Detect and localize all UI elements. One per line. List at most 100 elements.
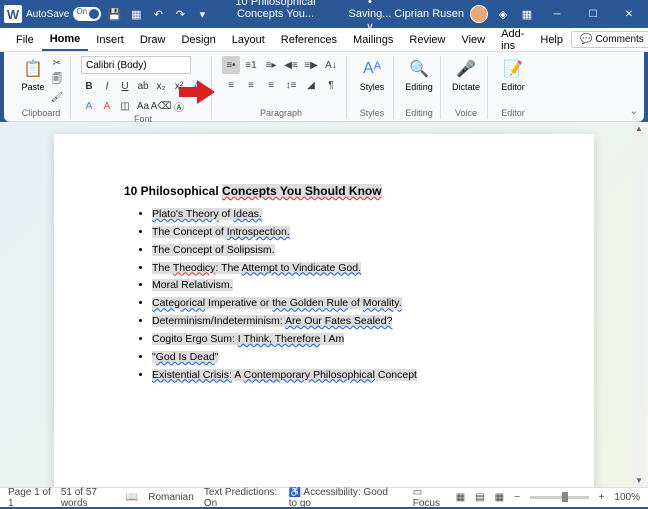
multilevel-button[interactable]: ≡▸: [262, 56, 280, 74]
group-clipboard: 📋 Paste ✂ 🗐 🖌 Clipboard: [12, 56, 71, 119]
dictate-button[interactable]: 🎤Dictate: [451, 56, 481, 92]
group-styles: AᴬStyles Styles: [351, 56, 394, 119]
list-item[interactable]: The Concept of Introspection.: [152, 224, 524, 242]
diamond-icon[interactable]: ◈: [494, 5, 512, 23]
paste-button[interactable]: 📋 Paste: [18, 56, 48, 92]
group-label: Voice: [455, 108, 477, 119]
search-icon: 🔍: [408, 58, 430, 80]
tab-file[interactable]: File: [8, 30, 42, 50]
list-item[interactable]: "God Is Dead": [152, 349, 524, 367]
editing-button[interactable]: 🔍Editing: [404, 56, 434, 92]
list-item[interactable]: Plato's Theory of Ideas.: [152, 206, 524, 224]
sort-button[interactable]: A↓: [322, 56, 340, 74]
cut-icon[interactable]: ✂: [50, 56, 64, 70]
qat-dropdown-icon[interactable]: ▾: [193, 5, 211, 23]
comments-button[interactable]: 💬Comments: [571, 31, 648, 48]
list-item[interactable]: Existential Crisis: A Contemporary Philo…: [152, 367, 524, 385]
scroll-up-icon[interactable]: ▲: [635, 124, 643, 133]
highlight-button[interactable]: A: [81, 98, 97, 114]
qat-button[interactable]: ▦: [127, 5, 145, 23]
styles-icon: Aᴬ: [361, 58, 383, 80]
increase-indent-button[interactable]: ≡▶: [302, 56, 320, 74]
zoom-level[interactable]: 100%: [614, 492, 640, 503]
zoom-in-button[interactable]: +: [599, 492, 605, 503]
focus-mode-button[interactable]: ▭ Focus: [413, 487, 446, 509]
group-label: Editing: [405, 108, 433, 119]
tab-home[interactable]: Home: [42, 29, 89, 51]
tab-addins[interactable]: Add-ins: [493, 24, 532, 56]
word-count[interactable]: 51 of 57 words: [61, 487, 116, 509]
list-item[interactable]: Cogito Ergo Sum: I Think, Therefore I Am: [152, 331, 524, 349]
title-bar: W AutoSave On 💾 ▦ ↶ ↷ ▾ 10 Philosophical…: [0, 0, 648, 28]
editor-button[interactable]: 📝Editor: [498, 56, 528, 92]
line-spacing-button[interactable]: ↕≡: [282, 76, 300, 94]
user-name[interactable]: Ciprian Rusen: [394, 8, 464, 20]
subscript-button[interactable]: x₂: [153, 78, 169, 94]
tab-review[interactable]: Review: [401, 30, 453, 50]
scroll-down-icon[interactable]: ▼: [635, 476, 643, 485]
view-web-icon[interactable]: ▦: [495, 492, 504, 503]
show-marks-button[interactable]: ¶: [322, 76, 340, 94]
redo-icon[interactable]: ↷: [171, 5, 189, 23]
paste-icon: 📋: [22, 58, 44, 80]
document-page[interactable]: 10 Philosophical Concepts You Should Kno…: [54, 134, 594, 487]
decrease-indent-button[interactable]: ◀≡: [282, 56, 300, 74]
zoom-slider[interactable]: [530, 496, 589, 499]
spell-check-icon[interactable]: 📖: [126, 492, 138, 503]
minimize-button[interactable]: ─: [542, 2, 572, 26]
tab-draw[interactable]: Draw: [132, 30, 174, 50]
save-icon[interactable]: 💾: [105, 5, 123, 23]
list-item[interactable]: Moral Relativism.: [152, 277, 524, 295]
text-predictions-status[interactable]: Text Predictions: On: [204, 487, 279, 509]
bold-button[interactable]: B: [81, 78, 97, 94]
autosave-toggle[interactable]: AutoSave On: [26, 7, 101, 21]
list-item[interactable]: The Theodicy: The Attempt to Vindicate G…: [152, 260, 524, 278]
tab-help[interactable]: Help: [532, 30, 571, 50]
view-print-icon[interactable]: ▤: [475, 492, 484, 503]
format-painter-icon[interactable]: 🖌: [50, 90, 64, 104]
bullets-button[interactable]: ≡•: [222, 56, 240, 74]
close-button[interactable]: ✕: [614, 2, 644, 26]
strike-button[interactable]: ab: [135, 78, 151, 94]
user-avatar[interactable]: [470, 5, 488, 23]
group-editor: 📝Editor Editor: [492, 56, 534, 119]
zoom-out-button[interactable]: −: [514, 492, 520, 503]
editor-icon: 📝: [502, 58, 524, 80]
shading-button[interactable]: ◢: [302, 76, 320, 94]
case-button[interactable]: Aa: [135, 98, 151, 114]
list-item[interactable]: Categorical Imperative or the Golden Rul…: [152, 295, 524, 313]
vertical-scrollbar[interactable]: ▲ ▼: [632, 122, 646, 487]
char-border-button[interactable]: ◫: [117, 98, 133, 114]
word-app-icon: W: [4, 5, 22, 23]
ribbon-collapse-icon[interactable]: ⌄: [630, 106, 638, 117]
numbering-button[interactable]: ≡1: [242, 56, 260, 74]
align-center-button[interactable]: ≡: [242, 76, 260, 94]
mic-icon: 🎤: [455, 58, 477, 80]
tab-mailings[interactable]: Mailings: [345, 30, 401, 50]
view-read-icon[interactable]: ▦: [456, 492, 465, 503]
language-status[interactable]: Romanian: [148, 492, 194, 503]
maximize-button[interactable]: ☐: [578, 2, 608, 26]
align-left-button[interactable]: ≡: [222, 76, 240, 94]
ribbon-options-icon[interactable]: ▦: [518, 5, 536, 23]
tab-insert[interactable]: Insert: [88, 30, 132, 50]
tab-design[interactable]: Design: [173, 30, 223, 50]
group-editing: 🔍Editing Editing: [398, 56, 441, 119]
list-item[interactable]: Determinism/Indeterminism: Are Our Fates…: [152, 313, 524, 331]
list-item[interactable]: The Concept of Solipsism.: [152, 242, 524, 260]
accessibility-status[interactable]: ♿ Accessibility: Good to go: [289, 487, 393, 509]
styles-button[interactable]: AᴬStyles: [357, 56, 387, 92]
document-area: 10 Philosophical Concepts You Should Kno…: [0, 122, 648, 487]
underline-button[interactable]: U: [117, 78, 133, 94]
clear-format-button[interactable]: A⌫: [153, 98, 169, 114]
undo-icon[interactable]: ↶: [149, 5, 167, 23]
page-count[interactable]: Page 1 of 1: [8, 487, 51, 509]
tab-view[interactable]: View: [453, 30, 493, 50]
copy-icon[interactable]: 🗐: [50, 73, 64, 87]
font-color-button[interactable]: A: [99, 98, 115, 114]
align-right-button[interactable]: ≡: [262, 76, 280, 94]
font-selector[interactable]: Calibri (Body): [81, 56, 191, 74]
tab-references[interactable]: References: [273, 30, 345, 50]
tab-layout[interactable]: Layout: [224, 30, 273, 50]
italic-button[interactable]: I: [99, 78, 115, 94]
